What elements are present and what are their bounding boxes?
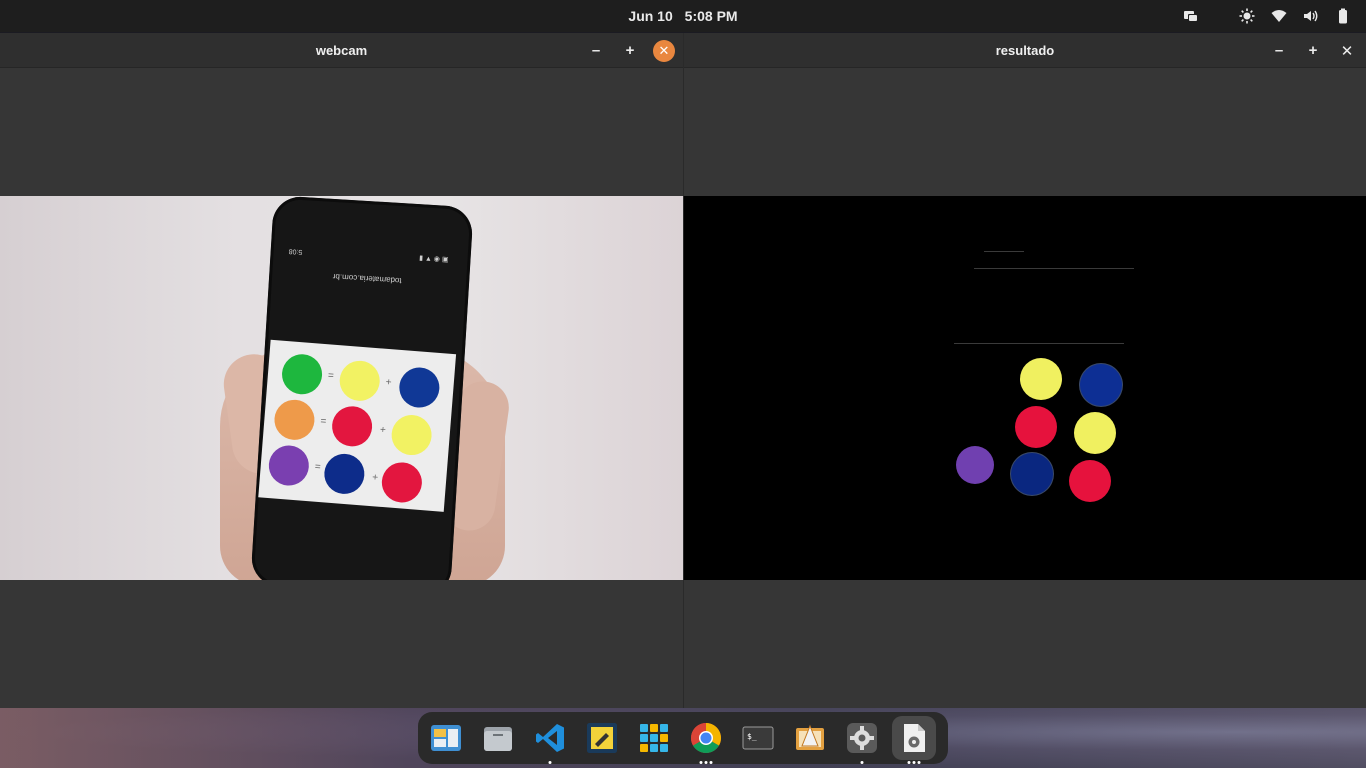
top-bar: Jun 10 5:08 PM [0, 0, 1366, 32]
dock-item-vscode[interactable] [528, 716, 572, 764]
window-controls: – + ✕ [585, 33, 675, 68]
phone-dot [380, 460, 424, 504]
wifi-icon[interactable] [1270, 7, 1288, 25]
dock-item-installer[interactable] [788, 716, 832, 760]
phone-dot [322, 452, 366, 496]
phone-dot [397, 366, 441, 410]
system-tray[interactable] [1180, 0, 1352, 32]
result-dot [1015, 406, 1057, 448]
dock-item-python-app[interactable] [892, 716, 936, 764]
running-indicator [709, 761, 713, 764]
window-title: resultado [995, 43, 1055, 58]
workspaces-icon [431, 725, 461, 751]
running-indicator [548, 761, 552, 764]
python-app-icon [904, 724, 925, 752]
close-button[interactable]: ✕ [653, 39, 675, 62]
dock-item-app-grid[interactable] [632, 716, 676, 760]
screen-share-icon[interactable] [1180, 7, 1202, 25]
dock-item-settings[interactable] [840, 716, 884, 764]
settings-icon [847, 723, 877, 753]
phone-dot [272, 398, 316, 442]
phone-dot [390, 413, 434, 457]
phone-dot [330, 404, 374, 448]
battery-icon[interactable] [1334, 7, 1352, 25]
running-indicator [907, 761, 911, 764]
running-indicator [912, 761, 916, 764]
svg-text:$_: $_ [747, 732, 757, 741]
webcam-titlebar[interactable]: webcam – + ✕ [0, 33, 683, 68]
dock-item-system-tool[interactable] [580, 716, 624, 760]
files-icon [484, 727, 512, 751]
phone-dot [338, 359, 382, 403]
result-dot [1074, 412, 1116, 454]
phone: ▣ ◉ ▼ ▮ 5:08 todamateria.com.br = + = + [250, 196, 474, 580]
close-button[interactable]: ✕ [1336, 40, 1358, 62]
running-indicator [917, 761, 921, 764]
maximize-button[interactable]: + [1302, 40, 1324, 62]
dock-item-chrome[interactable] [684, 716, 728, 764]
equals-sign: = [327, 370, 335, 382]
dock-item-terminal[interactable]: $_ [736, 716, 780, 760]
noise-speck [954, 343, 1124, 344]
app-grid-icon [640, 724, 668, 752]
running-indicator [699, 761, 703, 764]
result-dot [1080, 364, 1122, 406]
webcam-window[interactable]: webcam – + ✕ ▣ ◉ ▼ ▮ 5:08 todamateria.co… [0, 33, 683, 708]
webcam-client-area: ▣ ◉ ▼ ▮ 5:08 todamateria.com.br = + = + [0, 69, 683, 708]
phone-url-bar: todamateria.com.br [332, 272, 402, 286]
terminal-icon: $_ [742, 726, 774, 750]
result-dot [1011, 453, 1053, 495]
dock-item-workspaces[interactable] [424, 716, 468, 760]
plus-sign: + [371, 472, 379, 484]
plus-sign: + [385, 376, 392, 389]
resultado-window[interactable]: resultado – + ✕ [683, 33, 1366, 708]
resultado-client-area [684, 69, 1366, 708]
phone-screen: = + = + = + [258, 339, 457, 512]
dock: $_ [418, 712, 948, 764]
clock-date: Jun 10 [628, 8, 673, 24]
minimize-button[interactable]: – [585, 40, 607, 62]
running-indicator [704, 761, 708, 764]
brightness-icon[interactable] [1238, 7, 1256, 25]
phone-dot [267, 444, 311, 488]
result-dot [956, 446, 994, 484]
phone-status-bar: ▣ ◉ ▼ ▮ 5:08 [289, 240, 450, 264]
resultado-titlebar[interactable]: resultado – + ✕ [684, 33, 1366, 68]
volume-icon[interactable] [1302, 7, 1320, 25]
noise-speck [984, 251, 1024, 252]
running-indicator [860, 761, 864, 764]
clock-time: 5:08 PM [684, 8, 738, 24]
dock-item-files[interactable] [476, 716, 520, 760]
result-dot [1020, 358, 1062, 400]
clock[interactable]: Jun 10 5:08 PM [0, 0, 1366, 32]
maximize-button[interactable]: + [619, 40, 641, 62]
noise-speck [974, 268, 1134, 269]
minimize-button[interactable]: – [1268, 40, 1290, 62]
plus-sign: + [379, 424, 387, 436]
vscode-icon [536, 724, 564, 752]
equals-sign: = [319, 415, 327, 428]
phone-status-time: 5:08 [288, 247, 303, 256]
equals-sign: = [314, 461, 322, 474]
phone-status-icons: ▣ ◉ ▼ ▮ [418, 254, 449, 264]
phone-dot [280, 352, 324, 396]
system-tool-icon [587, 723, 617, 753]
window-controls: – + ✕ [1268, 33, 1358, 68]
webcam-image: ▣ ◉ ▼ ▮ 5:08 todamateria.com.br = + = + [0, 196, 683, 580]
result-image [684, 196, 1366, 580]
result-dot [1069, 460, 1111, 502]
window-title: webcam [315, 43, 368, 58]
installer-icon [796, 724, 824, 750]
chrome-icon [690, 723, 722, 754]
